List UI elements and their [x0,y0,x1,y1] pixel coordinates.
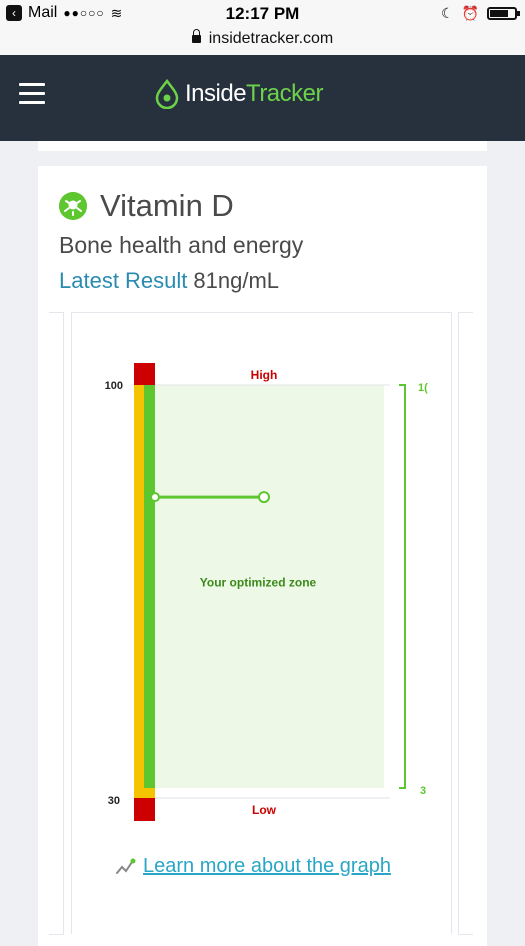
optimized-zone-label: Your optimized zone [200,576,317,590]
learn-more-link[interactable]: Learn more about the graph [143,855,391,878]
low-zone-bar [134,798,155,821]
range-chart: 100 30 High Low Your optimized zone 1( 3 [105,363,428,821]
low-label: Low [252,803,277,817]
result-marker-start [150,492,160,503]
optimal-bar [144,385,155,788]
range-top-label: 1( [418,382,428,394]
high-label: High [251,368,278,382]
tick-label-max: 100 [105,380,123,392]
high-zone-bar [134,363,155,385]
tick-label-min: 30 [108,795,120,807]
optimized-range-bracket [399,384,406,789]
range-bottom-label: 3 [420,785,426,797]
graph-trend-icon [116,858,136,874]
learn-more[interactable]: Learn more about the graph [115,855,391,878]
result-marker-point[interactable] [258,491,270,504]
